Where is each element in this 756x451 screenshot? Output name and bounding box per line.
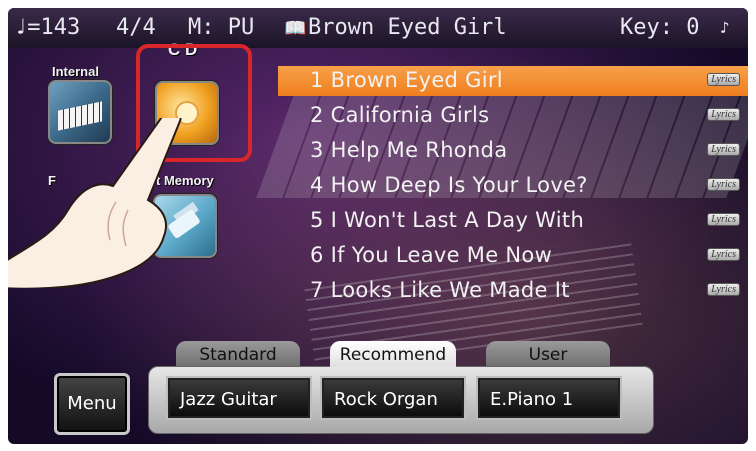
song-item[interactable]: 7 Looks Like We Made It Lyrics — [278, 276, 748, 306]
tempo-readout[interactable]: ♩=143 — [14, 15, 80, 40]
song-title: 7 Looks Like We Made It — [310, 278, 570, 302]
song-title: 3 Help Me Rhonda — [310, 138, 508, 162]
key-readout[interactable]: Key: 0 — [620, 15, 699, 40]
preset-button-rock-organ[interactable]: Rock Organ — [322, 378, 464, 418]
pointing-hand-icon — [8, 118, 182, 288]
internal-label: Internal — [52, 64, 99, 79]
arranger-screen: ♩=143 4/4 M: PU 📖 Brown Eyed Girl Key: 0… — [8, 8, 748, 444]
tab-recommend[interactable]: Recommend — [330, 341, 456, 367]
lyrics-badge[interactable]: Lyrics — [707, 178, 740, 191]
song-title: 6 If You Leave Me Now — [310, 243, 553, 267]
time-signature: 4/4 — [116, 15, 156, 40]
mode-readout: M: PU — [188, 15, 255, 40]
lyrics-badge[interactable]: Lyrics — [707, 248, 740, 261]
song-item[interactable]: 6 If You Leave Me Now Lyrics — [278, 241, 748, 271]
tab-user[interactable]: User — [486, 341, 610, 367]
preset-button-epiano[interactable]: E.Piano 1 — [478, 378, 620, 418]
current-song-title: Brown Eyed Girl — [308, 15, 507, 40]
lyrics-badge[interactable]: Lyrics — [707, 283, 740, 296]
preset-button-jazz-guitar[interactable]: Jazz Guitar — [168, 378, 310, 418]
song-item[interactable]: 5 I Won't Last A Day With Lyrics — [278, 206, 748, 236]
status-bar: ♩=143 4/4 M: PU 📖 Brown Eyed Girl Key: 0… — [8, 8, 748, 48]
book-icon: 📖 — [284, 18, 307, 39]
menu-button[interactable]: Menu — [54, 373, 130, 435]
lyrics-badge[interactable]: Lyrics — [707, 73, 740, 86]
song-title: 2 California Girls — [310, 103, 490, 127]
song-item[interactable]: 3 Help Me Rhonda Lyrics — [278, 136, 748, 166]
song-title: 5 I Won't Last A Day With — [310, 208, 585, 232]
tuning-fork-icon[interactable]: ♪ — [720, 18, 730, 37]
lyrics-badge[interactable]: Lyrics — [707, 108, 740, 121]
song-item[interactable]: 4 How Deep Is Your Love? Lyrics — [278, 171, 748, 201]
song-title: 4 How Deep Is Your Love? — [310, 173, 588, 197]
lyrics-badge[interactable]: Lyrics — [707, 213, 740, 226]
song-title: 1 Brown Eyed Girl — [310, 68, 503, 92]
lyrics-badge[interactable]: Lyrics — [707, 143, 740, 156]
tab-standard[interactable]: Standard — [176, 341, 300, 367]
song-item[interactable]: 2 California Girls Lyrics — [278, 101, 748, 131]
song-item[interactable]: 1 Brown Eyed Girl Lyrics — [278, 66, 748, 96]
